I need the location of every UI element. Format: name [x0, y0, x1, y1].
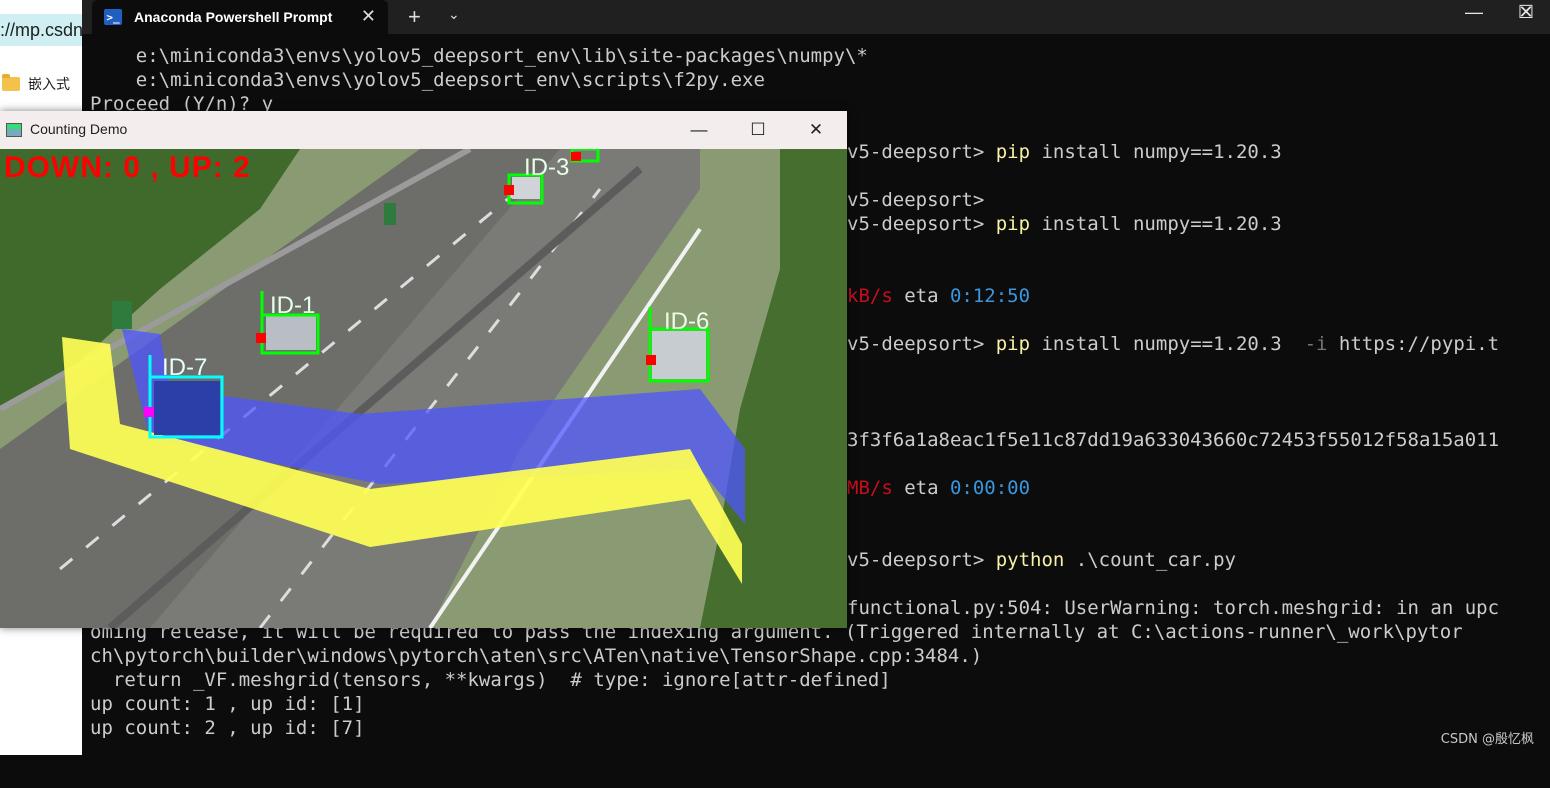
output-line: e:\miniconda3\envs\yolov5_deepsort_env\l… — [90, 45, 868, 67]
count-overlay: DOWN: 0 , UP: 2 — [4, 151, 251, 184]
minimize-button[interactable]: — — [676, 117, 722, 143]
output-line: v5-deepsort> pip install numpy==1.20.3 — [847, 213, 1282, 235]
video-frame: ID-1 ID-3 ID-6 ID-7 — [0, 149, 847, 628]
track-marker — [571, 152, 581, 161]
maximize-button-placeholder — [1450, 0, 1502, 28]
track-marker — [646, 355, 656, 365]
close-window-button[interactable]: ✕ — [1502, 0, 1550, 28]
output-line: ch\pytorch\builder\windows\pytorch\aten\… — [90, 645, 983, 667]
track-label: ID-6 — [664, 308, 709, 335]
powershell-icon: >_ — [104, 9, 122, 25]
track-marker — [504, 185, 514, 195]
tab-title: Anaconda Powershell Prompt — [134, 9, 333, 25]
maximize-button[interactable]: ☐ — [735, 117, 781, 143]
car — [154, 381, 220, 435]
output-line: v5-deepsort> pip install numpy==1.20.3 — [847, 141, 1282, 163]
demo-title: Counting Demo — [30, 121, 128, 137]
terminal-tab[interactable]: >_ Anaconda Powershell Prompt ✕ — [92, 0, 388, 34]
bookmark-item[interactable]: 嵌入式 — [2, 74, 70, 94]
output-line: 3f3f6a1a8eac1f5e11c87dd19a633043660c7245… — [847, 429, 1500, 451]
output-line: functional.py:504: UserWarning: torch.me… — [847, 597, 1500, 619]
road-sign — [112, 301, 132, 329]
car — [266, 314, 316, 350]
track-marker — [256, 333, 266, 343]
output-line: MB/s eta 0:00:00 — [847, 477, 1031, 499]
output-line: e:\miniconda3\envs\yolov5_deepsort_env\s… — [90, 69, 765, 91]
csdn-watermark: CSDN @殷忆枫 — [1440, 732, 1534, 747]
bookmark-label: 嵌入式 — [28, 76, 70, 92]
output-line: kB/s eta 0:12:50 — [847, 285, 1031, 307]
counting-demo-window: Counting Demo — ☐ ✕ ID-1 ID-3 ID-6 ID-7 … — [0, 111, 847, 628]
output-line: return _VF.meshgrid(tensors, **kwargs) #… — [90, 669, 891, 691]
browser-address-bar[interactable]: ://mp.csdn — [0, 14, 82, 46]
track-label: ID-1 — [270, 292, 315, 319]
terminal-output-right: v5-deepsort> pip install numpy==1.20.3 v… — [847, 44, 1499, 619]
app-icon — [6, 123, 22, 137]
terminal-output-bottom: oming release, it will be required to pa… — [90, 620, 1463, 788]
tab-close-icon[interactable]: ✕ — [361, 6, 376, 27]
track-label: ID-7 — [162, 354, 207, 381]
track-marker — [144, 407, 154, 417]
car — [652, 331, 706, 379]
new-tab-button[interactable]: + — [408, 4, 421, 30]
track-label: ID-3 — [524, 154, 569, 181]
close-button[interactable]: ✕ — [793, 117, 839, 143]
demo-titlebar: Counting Demo — ☐ ✕ — [0, 111, 847, 149]
terminal-titlebar: >_ Anaconda Powershell Prompt ✕ + ⌄ — ☐ — [82, 0, 1550, 34]
road-sign — [384, 203, 396, 225]
folder-icon — [2, 74, 20, 91]
output-line: up count: 2 , up id: [7] — [90, 717, 365, 739]
output-line: v5-deepsort> pip install numpy==1.20.3 -… — [847, 333, 1500, 355]
chevron-down-icon[interactable]: ⌄ — [448, 6, 460, 23]
output-line: v5-deepsort> — [847, 189, 985, 211]
output-line: v5-deepsort> python .\count_car.py — [847, 549, 1236, 571]
output-line: up count: 1 , up id: [1] — [90, 693, 365, 715]
